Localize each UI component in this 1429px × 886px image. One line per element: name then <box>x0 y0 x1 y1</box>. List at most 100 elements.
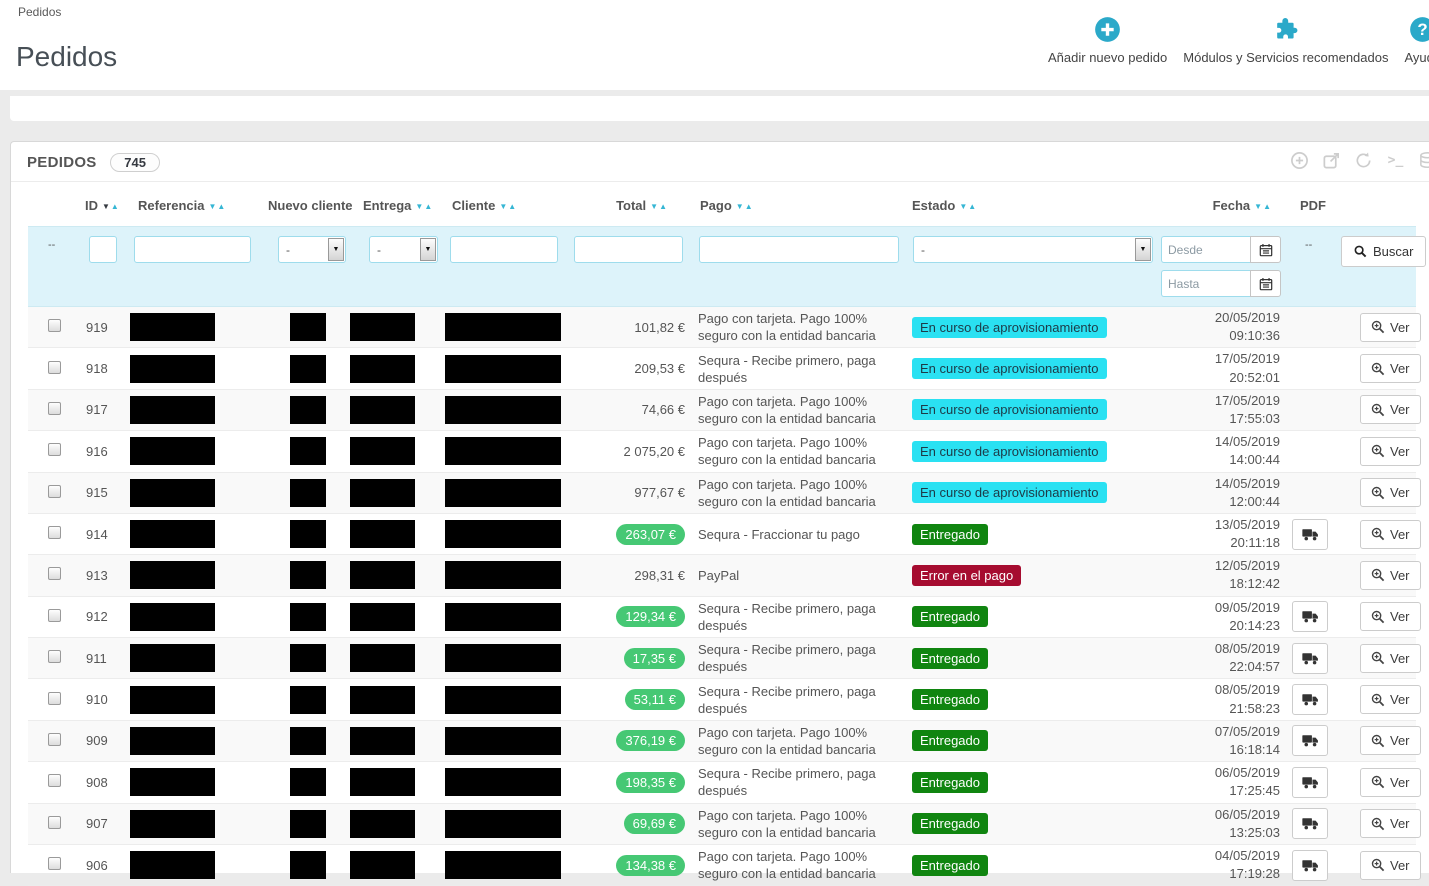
row-checkbox[interactable] <box>48 319 61 332</box>
view-order-button[interactable]: Ver <box>1360 602 1421 631</box>
sort-asc-icon[interactable]: ▲ <box>424 202 433 211</box>
payment-method: Pago con tarjeta. Pago 100% seguro con l… <box>698 394 876 426</box>
view-order-button[interactable]: Ver <box>1360 395 1421 424</box>
delivery-slip-button[interactable] <box>1292 643 1328 674</box>
row-checkbox[interactable] <box>48 774 61 787</box>
view-order-button[interactable]: Ver <box>1360 768 1421 797</box>
sort-asc-icon[interactable]: ▲ <box>1263 202 1272 211</box>
view-order-button[interactable]: Ver <box>1360 726 1421 755</box>
filter-total-input[interactable] <box>574 236 683 263</box>
row-checkbox[interactable] <box>48 692 61 705</box>
delivery-slip-button[interactable] <box>1292 684 1328 715</box>
customer-redacted <box>445 603 561 631</box>
customer-redacted <box>445 686 561 714</box>
view-order-button[interactable]: Ver <box>1360 520 1421 549</box>
sort-desc-icon[interactable]: ▼ <box>415 202 424 211</box>
order-row: 910 53,11 € Sequra - Recibe primero, pag… <box>28 679 1416 720</box>
sort-desc-icon[interactable]: ▼ <box>1254 202 1263 211</box>
sort-asc-icon[interactable]: ▲ <box>659 202 668 211</box>
view-order-button[interactable]: Ver <box>1360 561 1421 590</box>
view-order-button[interactable]: Ver <box>1360 437 1421 466</box>
order-id: 913 <box>86 568 108 583</box>
sort-desc-icon[interactable]: ▼ <box>959 202 968 211</box>
column-header-reference[interactable]: Referencia▼▲ <box>120 182 240 227</box>
filter-date-from-input[interactable] <box>1161 236 1250 263</box>
row-checkbox[interactable] <box>48 485 61 498</box>
order-time: 20:11:18 <box>1145 534 1280 552</box>
delivery-slip-button[interactable] <box>1292 767 1328 798</box>
calendar-icon[interactable] <box>1250 270 1281 297</box>
sort-asc-icon[interactable]: ▲ <box>111 202 120 211</box>
column-header-customer[interactable]: Cliente▼▲ <box>425 182 565 227</box>
filter-id-input[interactable] <box>89 236 117 263</box>
reference-redacted <box>130 727 215 755</box>
order-total: 977,67 € <box>634 485 685 500</box>
view-order-button[interactable]: Ver <box>1360 644 1421 673</box>
terminal-icon[interactable]: >_ <box>1386 151 1405 170</box>
row-checkbox[interactable] <box>48 443 61 456</box>
sort-asc-icon[interactable]: ▲ <box>217 202 226 211</box>
delivery-slip-button[interactable] <box>1292 725 1328 756</box>
row-checkbox[interactable] <box>48 857 61 870</box>
view-order-button[interactable]: Ver <box>1360 851 1421 880</box>
help-label: Ayuda <box>1404 50 1429 65</box>
new-client-redacted <box>290 396 326 424</box>
help-button[interactable]: ? Ayuda <box>1404 16 1429 65</box>
view-order-button[interactable]: Ver <box>1360 685 1421 714</box>
sort-desc-icon[interactable]: ▼ <box>650 202 659 211</box>
sort-desc-icon[interactable]: ▼ <box>499 202 508 211</box>
recommended-modules-button[interactable]: Módulos y Servicios recomendados <box>1183 16 1388 65</box>
refresh-icon[interactable] <box>1354 151 1373 170</box>
add-icon[interactable] <box>1290 151 1309 170</box>
customer-redacted <box>445 313 561 341</box>
row-checkbox[interactable] <box>48 361 61 374</box>
sort-desc-icon[interactable]: ▼ <box>736 202 745 211</box>
row-checkbox[interactable] <box>48 567 61 580</box>
zoom-in-icon <box>1371 693 1385 707</box>
filter-date-to-input[interactable] <box>1161 270 1250 297</box>
sort-asc-icon[interactable]: ▲ <box>508 202 517 211</box>
view-order-label: Ver <box>1390 320 1410 335</box>
row-checkbox[interactable] <box>48 733 61 746</box>
column-header-payment[interactable]: Pago▼▲ <box>690 182 895 227</box>
search-button[interactable]: Buscar <box>1341 236 1426 267</box>
column-header-date[interactable]: Fecha▼▲ <box>1145 182 1280 227</box>
view-order-button[interactable]: Ver <box>1360 478 1421 507</box>
delivery-slip-button[interactable] <box>1292 808 1328 839</box>
column-header-id[interactable]: ID▼▲ <box>64 182 120 227</box>
delivery-slip-button[interactable] <box>1292 519 1328 550</box>
column-header-actions <box>1330 182 1416 227</box>
new-client-redacted <box>290 603 326 631</box>
view-order-button[interactable]: Ver <box>1360 313 1421 342</box>
column-header-status[interactable]: Estado▼▲ <box>895 182 1145 227</box>
add-new-order-button[interactable]: Añadir nuevo pedido <box>1048 16 1167 65</box>
truck-icon <box>1302 528 1319 541</box>
filter-status-select[interactable]: -▼ <box>913 236 1153 263</box>
delivery-slip-button[interactable] <box>1292 850 1328 881</box>
row-checkbox[interactable] <box>48 650 61 663</box>
view-order-button[interactable]: Ver <box>1360 354 1421 383</box>
header-checkbox-column <box>28 182 64 227</box>
payment-method: Pago con tarjeta. Pago 100% seguro con l… <box>698 849 876 881</box>
sql-manager-icon[interactable] <box>1418 151 1429 170</box>
calendar-icon[interactable] <box>1250 236 1281 263</box>
delivery-redacted <box>350 768 415 796</box>
view-order-button[interactable]: Ver <box>1360 809 1421 838</box>
column-header-total[interactable]: Total▼▲ <box>565 182 690 227</box>
delivery-slip-button[interactable] <box>1292 601 1328 632</box>
sort-desc-icon[interactable]: ▼ <box>102 202 111 211</box>
row-checkbox[interactable] <box>48 402 61 415</box>
breadcrumb[interactable]: Pedidos <box>18 5 61 19</box>
row-checkbox[interactable] <box>48 816 61 829</box>
row-checkbox[interactable] <box>48 609 61 622</box>
row-checkbox[interactable] <box>48 526 61 539</box>
filter-reference-input[interactable] <box>134 236 251 263</box>
sort-asc-icon[interactable]: ▲ <box>968 202 977 211</box>
order-total: 376,19 € <box>616 730 685 751</box>
order-row: 911 17,35 € Sequra - Recibe primero, pag… <box>28 638 1416 679</box>
filter-payment-input[interactable] <box>699 236 899 263</box>
reference-redacted <box>130 644 215 672</box>
export-icon[interactable] <box>1322 151 1341 170</box>
filter-customer-input[interactable] <box>450 236 558 263</box>
sort-asc-icon[interactable]: ▲ <box>745 202 754 211</box>
